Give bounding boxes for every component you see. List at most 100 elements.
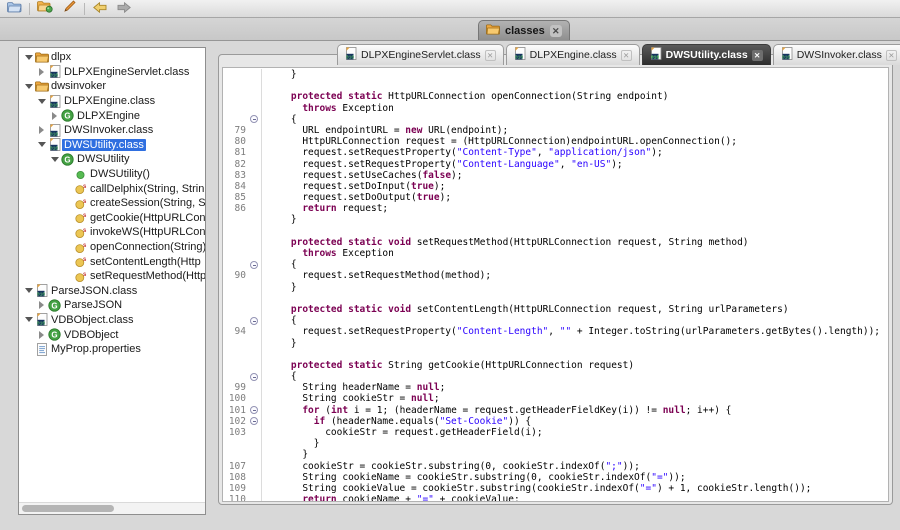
fold-collapse-icon[interactable]	[250, 115, 258, 123]
view-tab-label: classes	[505, 25, 545, 37]
tree-item-parsejson[interactable]: GParseJSON	[19, 298, 205, 313]
expander-closed-icon[interactable]	[36, 68, 47, 76]
open-archive-button[interactable]	[36, 1, 54, 16]
tab-close-icon[interactable]: ✕	[886, 50, 897, 61]
code-text: request.setDoInput(true);	[268, 181, 445, 192]
tree-item-setcontentlength-http[interactable]: ssetContentLength(Http	[19, 254, 205, 269]
tree-item-label: openConnection(String)	[88, 241, 205, 253]
svg-text:010: 010	[36, 321, 45, 327]
line-number	[223, 349, 249, 360]
tree-item-dwsinvoker[interactable]: dwsinvoker	[19, 79, 205, 94]
svg-text:010: 010	[49, 146, 58, 152]
line-number: 109	[223, 483, 249, 494]
tree-item-parsejson-class[interactable]: 010ParseJSON.class	[19, 284, 205, 299]
tree-item-dwsinvoker-class[interactable]: 010DWSInvoker.class	[19, 123, 205, 138]
tree-item-getcookie-httpurlcon[interactable]: sgetCookie(HttpURLCon	[19, 211, 205, 226]
fold-collapse-icon[interactable]	[250, 317, 258, 325]
fold-column	[249, 483, 262, 494]
fold-column	[249, 472, 262, 483]
open-file-icon	[7, 0, 22, 18]
tab-close-icon[interactable]: ✕	[621, 50, 632, 61]
forward-button[interactable]	[115, 1, 133, 16]
tree-item-dlpx[interactable]: dlpx	[19, 50, 205, 65]
code-line: 109 String cookieValue = cookieStr.subst…	[223, 483, 888, 494]
editor-tab-dwsinvoker-class[interactable]: 010DWSInvoker.class✕	[773, 44, 900, 65]
code-text: protected static void setRequestMethod(H…	[268, 237, 749, 248]
code-line: 102 if (headerName.equals("Set-Cookie"))…	[223, 416, 888, 427]
paste-source-button[interactable]	[60, 1, 78, 16]
expander-closed-icon[interactable]	[36, 331, 47, 339]
code-line: }	[223, 69, 888, 80]
expander-open-icon[interactable]	[36, 99, 47, 104]
fold-column	[249, 69, 262, 80]
svg-text:010: 010	[49, 102, 58, 108]
expander-open-icon[interactable]	[23, 288, 34, 293]
expander-closed-icon[interactable]	[49, 112, 60, 120]
tree-item-myprop-properties[interactable]: MyProp.properties	[19, 342, 205, 357]
fold-collapse-icon[interactable]	[250, 406, 258, 414]
code-line: 82 request.setRequestProperty("Content-L…	[223, 159, 888, 170]
code-line: protected static void setContentLength(H…	[223, 304, 888, 315]
view-tab-close-icon[interactable]: ✕	[550, 25, 562, 37]
view-tab-classes[interactable]: classes ✕	[478, 20, 570, 40]
class-file-icon: 010	[34, 284, 49, 297]
code-text: {	[268, 315, 297, 326]
editor-tab-dlpxengine-class[interactable]: 010DLPXEngine.class✕	[506, 44, 640, 65]
line-number	[223, 293, 249, 304]
expander-open-icon[interactable]	[23, 317, 34, 322]
view-tab-strip: classes ✕	[0, 18, 900, 41]
tab-close-icon[interactable]: ✕	[752, 50, 763, 61]
back-arrow-icon	[93, 0, 107, 18]
editor-tab-dwsutility-class[interactable]: 010DWSUtility.class✕	[642, 44, 771, 65]
code-text: }	[268, 438, 319, 449]
tree-item-vdbobject-class[interactable]: 010VDBObject.class	[19, 313, 205, 328]
tab-close-icon[interactable]: ✕	[485, 50, 496, 61]
tree-item-dwsutility-class[interactable]: 010DWSUtility.class	[19, 138, 205, 153]
code-text: }	[268, 282, 297, 293]
code-text: if (headerName.equals("Set-Cookie")) {	[268, 416, 531, 427]
code-line: 101 for (int i = 1; (headerName = reques…	[223, 405, 888, 416]
tree-item-calldelphix-string-strin[interactable]: scallDelphix(String, Strin	[19, 181, 205, 196]
fold-column	[249, 382, 262, 393]
protected-static-method-icon: s	[73, 211, 88, 224]
code-editor[interactable]: } protected static HttpURLConnection ope…	[222, 67, 889, 502]
tree-horizontal-scrollbar[interactable]	[19, 502, 205, 514]
tree-item-dwsutility[interactable]: DWSUtility()	[19, 167, 205, 182]
code-line	[223, 80, 888, 91]
tree-item-dlpxengine-class[interactable]: 010DLPXEngine.class	[19, 94, 205, 109]
tree-item-openconnection-string[interactable]: sopenConnection(String)	[19, 240, 205, 255]
fold-collapse-icon[interactable]	[250, 373, 258, 381]
code-text: request.setUseCaches(false);	[268, 170, 463, 181]
folder-icon	[34, 52, 49, 63]
expander-open-icon[interactable]	[23, 84, 34, 89]
open-file-button[interactable]	[5, 1, 23, 16]
svg-text:010: 010	[346, 54, 355, 60]
tree-item-invokews-httpurlconn[interactable]: sinvokeWS(HttpURLConn	[19, 225, 205, 240]
code-line: 86 return request;	[223, 203, 888, 214]
code-line: 90 request.setRequestMethod(method);	[223, 270, 888, 281]
code-text: {	[268, 114, 297, 125]
fold-collapse-icon[interactable]	[250, 261, 258, 269]
expander-closed-icon[interactable]	[36, 126, 47, 134]
expander-closed-icon[interactable]	[36, 301, 47, 309]
line-number: 86	[223, 203, 249, 214]
tree-item-setrequestmethod-http[interactable]: ssetRequestMethod(Http	[19, 269, 205, 284]
protected-static-method-icon: s	[73, 182, 88, 195]
code-text: String headerName = null;	[268, 382, 445, 393]
tree-item-dwsutility[interactable]: GDWSUtility	[19, 152, 205, 167]
expander-open-icon[interactable]	[49, 157, 60, 162]
tree-item-dlpxengineservlet-class[interactable]: 010DLPXEngineServlet.class	[19, 65, 205, 80]
tree-item-label: getCookie(HttpURLCon	[88, 212, 205, 224]
expander-open-icon[interactable]	[36, 142, 47, 147]
fold-collapse-icon[interactable]	[250, 417, 258, 425]
tree-item-vdbobject[interactable]: GVDBObject	[19, 327, 205, 342]
code-text: }	[268, 69, 297, 80]
back-button[interactable]	[91, 1, 109, 16]
folder-icon	[34, 81, 49, 92]
code-line	[223, 293, 888, 304]
tree-scrollbar-thumb[interactable]	[22, 505, 114, 512]
tree-item-createsession-string-st[interactable]: screateSession(String, St	[19, 196, 205, 211]
tree-item-dlpxengine[interactable]: GDLPXEngine	[19, 108, 205, 123]
expander-open-icon[interactable]	[23, 55, 34, 60]
editor-tab-dlpxengineservlet-class[interactable]: 010DLPXEngineServlet.class✕	[337, 44, 504, 65]
